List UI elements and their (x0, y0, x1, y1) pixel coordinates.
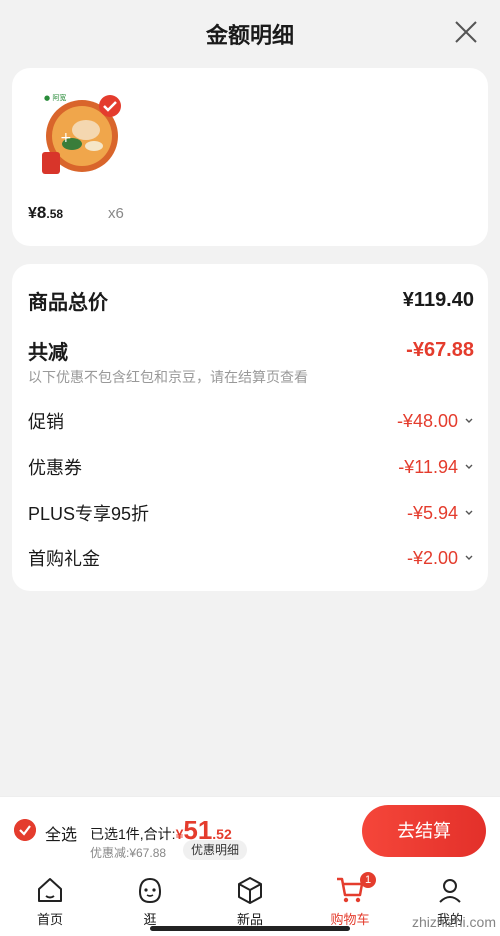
discount-note: 以下优惠不包含红包和京豆，请在结算页查看 (28, 369, 308, 385)
discount-value: -¥5.94 (406, 502, 458, 523)
discount-label: PLUS专享95折 (28, 504, 150, 524)
reduce-label: 共减 (28, 342, 68, 364)
watermark: zhizhizhi.com (411, 914, 496, 930)
discount-row-coupon[interactable]: 优惠券 -¥11.94 (28, 454, 474, 480)
face-icon (138, 877, 162, 904)
header: 金额明细 (0, 0, 500, 66)
discount-detail-button[interactable]: 优惠明细 (183, 840, 248, 860)
discount-value: -¥48.00 (396, 410, 458, 431)
tab-browse[interactable]: 逛 (110, 874, 190, 928)
reduce-value: -¥67.88 (406, 339, 474, 361)
discount-label: 促销 (28, 412, 64, 432)
checkout-button[interactable]: 去结算 (362, 805, 486, 857)
product-thumbnail[interactable]: ● 阿宽 + (42, 90, 124, 180)
saved-amount: 优惠减:¥67.88 (90, 846, 167, 860)
svg-text:+: + (60, 130, 72, 146)
discount-row-plus[interactable]: PLUS专享95折 -¥5.94 (28, 500, 474, 526)
chevron-down-icon (465, 464, 473, 469)
price-integer: 8 (36, 203, 47, 222)
chevron-down-icon (465, 555, 473, 560)
product-quantity: x6 (108, 205, 124, 222)
discount-value: -¥11.94 (398, 456, 458, 477)
user-icon (439, 879, 461, 903)
tab-home[interactable]: 首页 (10, 874, 90, 928)
chevron-down-icon (465, 418, 473, 423)
chevron-down-icon (465, 510, 473, 515)
discount-row-promo[interactable]: 促销 -¥48.00 (28, 408, 474, 434)
home-indicator (150, 926, 350, 931)
total-label: 商品总价 (28, 292, 108, 314)
tab-label: 首页 (36, 912, 63, 927)
discount-label: 优惠券 (28, 458, 82, 478)
select-all-label[interactable]: 全选 (45, 821, 77, 845)
price-decimal: .58 (46, 207, 64, 221)
discount-value: -¥2.00 (406, 547, 458, 568)
product-price: ¥8.58 (28, 203, 63, 223)
discount-row-first-gift[interactable]: 首购礼金 -¥2.00 (28, 545, 474, 571)
total-value: ¥119.40 (402, 289, 474, 311)
checkout-bar: 全选 已选1件,合计:¥51.52 优惠减:¥67.88 优惠明细 去结算 (0, 796, 500, 868)
tab-new[interactable]: 新品 (210, 874, 290, 928)
discount-label: 首购礼金 (28, 549, 100, 569)
page-title: 金额明细 (205, 23, 294, 48)
box-icon (238, 877, 262, 904)
home-icon (38, 878, 62, 902)
price-currency: ¥ (28, 205, 37, 222)
svg-text:● 阿宽: ● 阿宽 (44, 93, 66, 102)
reduce-row: 共减 -¥67.88 (28, 336, 474, 365)
select-all-checkbox[interactable] (14, 819, 36, 841)
close-icon[interactable] (452, 18, 480, 46)
cart-count-badge: 1 (360, 872, 376, 888)
selected-text: 已选1件,合计: (90, 826, 176, 842)
tab-cart[interactable]: 1 购物车 (310, 872, 390, 928)
total-row: 商品总价 ¥119.40 (28, 286, 474, 315)
